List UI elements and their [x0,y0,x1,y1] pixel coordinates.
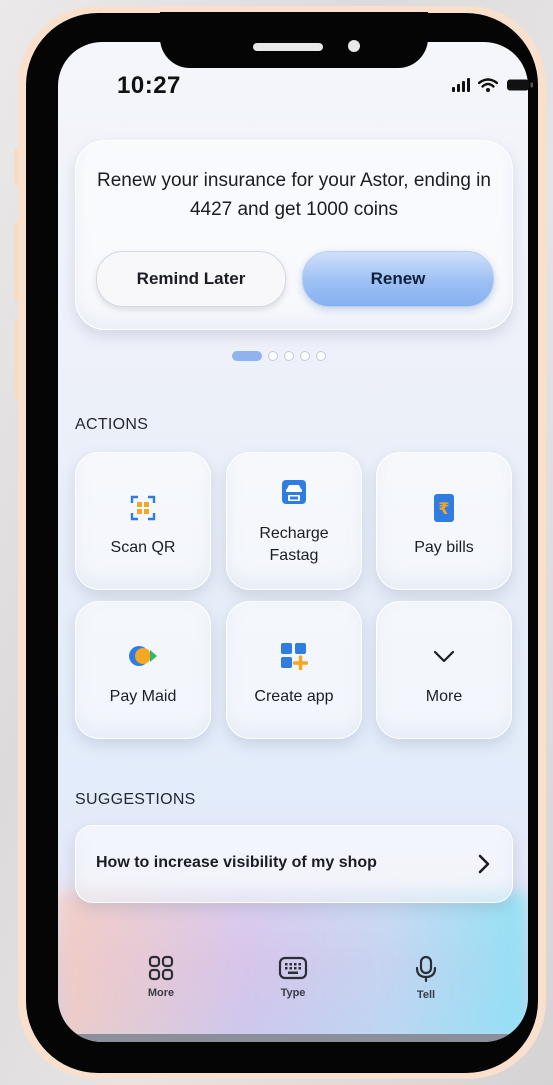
fastag-car-card-icon [282,480,306,504]
battery-icon [507,79,533,91]
action-label: Recharge Fastag [259,525,329,564]
status-time: 10:27 [117,72,181,99]
nav-more[interactable]: More [121,955,201,999]
action-scan-qr[interactable]: Scan QR [75,452,211,590]
action-create-app[interactable]: Create app [226,601,362,739]
rupee-bill-icon: ₹ [434,494,454,522]
microphone-icon [415,955,437,983]
status-icons [452,78,534,92]
nav-label: Tell [416,989,436,1001]
action-label: Create app [254,688,334,705]
suggestion-label: How to increase visibility of my shop [96,854,377,871]
qr-scan-icon [130,495,156,521]
app-grid-plus-icon [281,643,308,670]
front-camera [348,40,360,52]
chevron-down-icon [433,650,455,663]
notch [160,12,428,68]
action-more[interactable]: More [376,601,512,739]
speaker-grill [253,43,323,51]
insurance-promo-card: Renew your insurance for your Astor, end… [75,140,513,330]
nav-type[interactable]: Type [253,955,333,999]
pager-dot[interactable] [316,351,326,361]
suggestion-item[interactable]: How to increase visibility of my shop [75,825,513,903]
pager-dot[interactable] [284,351,294,361]
pager-dot[interactable] [300,351,310,361]
coin-send-icon [129,646,157,666]
renew-button[interactable]: Renew [302,251,494,307]
carousel-pager[interactable] [232,351,326,361]
grid-icon [148,955,174,981]
keyboard-icon [278,956,308,980]
action-pay-bills[interactable]: ₹ Pay bills [376,452,512,590]
action-recharge-fastag[interactable]: Recharge Fastag [226,452,362,590]
pager-dot-active[interactable] [232,351,262,361]
chevron-right-icon [478,854,490,874]
signal-icon [452,78,470,92]
nav-label: Type [280,987,306,999]
nav-label: More [147,987,175,999]
promo-message: Renew your insurance for your Astor, end… [97,170,491,220]
action-label: Pay Maid [109,688,177,705]
remind-later-button[interactable]: Remind Later [96,251,286,307]
svg-text:₹: ₹ [438,499,449,518]
home-indicator-bar [58,1034,528,1042]
suggestions-heading: SUGGESTIONS [75,791,196,808]
actions-heading: ACTIONS [75,416,149,433]
nav-tell[interactable]: Tell [386,955,466,1001]
wifi-icon [478,78,498,92]
action-label: More [425,688,463,705]
pager-dot[interactable] [268,351,278,361]
action-label: Scan QR [110,539,176,556]
action-pay-maid[interactable]: Pay Maid [75,601,211,739]
action-label: Pay bills [414,539,474,556]
